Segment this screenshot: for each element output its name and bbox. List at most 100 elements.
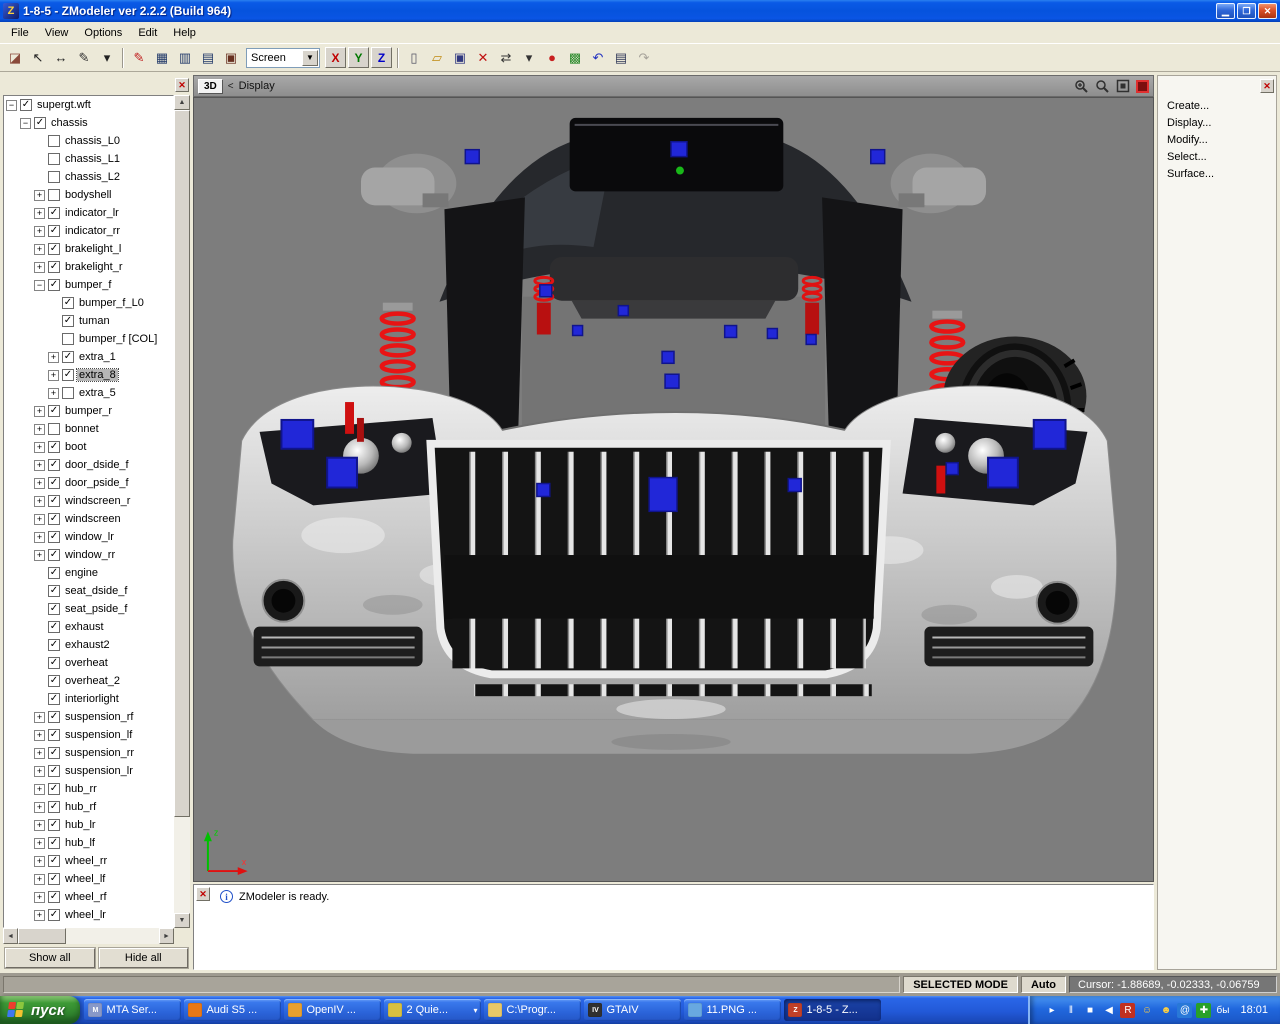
visibility-checkbox[interactable] (48, 423, 60, 435)
visibility-checkbox[interactable] (48, 171, 60, 183)
tree-horizontal-scrollbar[interactable]: ◄ ► (3, 928, 174, 944)
auto-indicator[interactable]: Auto (1021, 976, 1066, 993)
layout-indicator[interactable]: бы (1215, 1003, 1230, 1018)
tree-item-engine[interactable]: ✓engine (4, 564, 173, 582)
expand-icon[interactable]: + (34, 874, 45, 885)
tree-item-brakelight-r[interactable]: +✓brakelight_r (4, 258, 173, 276)
taskbar-button[interactable]: Z1-8-5 - Z... (784, 999, 881, 1021)
expand-icon[interactable]: + (34, 496, 45, 507)
taskbar-button[interactable]: IVGTAIV (584, 999, 681, 1021)
tree-item-extra-5[interactable]: +extra_5 (4, 384, 173, 402)
expand-icon[interactable]: + (34, 442, 45, 453)
expand-icon[interactable]: + (34, 892, 45, 903)
tree-item-exhaust[interactable]: ✓exhaust (4, 618, 173, 636)
visibility-checkbox[interactable]: ✓ (48, 243, 60, 255)
tree-item-bumper-f-col-[interactable]: bumper_f [COL] (4, 330, 173, 348)
visibility-checkbox[interactable] (48, 153, 60, 165)
tree-item-hub-lf[interactable]: +✓hub_lf (4, 834, 173, 852)
expand-icon[interactable]: + (34, 244, 45, 255)
tree-item-hub-rr[interactable]: +✓hub_rr (4, 780, 173, 798)
start-button[interactable]: пуск (0, 996, 80, 1024)
expand-icon[interactable]: + (34, 406, 45, 417)
taskbar-button[interactable]: 2 Quie...▾ (384, 999, 481, 1021)
unwrap-tool-icon[interactable]: ◪ (4, 47, 26, 69)
close-button[interactable]: ✕ (1258, 3, 1277, 19)
visibility-checkbox[interactable] (62, 387, 74, 399)
visibility-checkbox[interactable]: ✓ (48, 207, 60, 219)
messenger-smiley-icon[interactable]: ☺ (1139, 1003, 1154, 1018)
viewport-canvas[interactable]: z x (194, 98, 1153, 881)
visibility-checkbox[interactable]: ✓ (48, 603, 60, 615)
rivatuner-icon[interactable]: R (1120, 1003, 1135, 1018)
tree-item-bonnet[interactable]: +bonnet (4, 420, 173, 438)
back-arrow-icon[interactable]: < (228, 81, 234, 92)
maximize-button[interactable]: ❐ (1237, 3, 1256, 19)
messenger-smiley2-icon[interactable]: ☻ (1158, 1003, 1173, 1018)
expand-icon[interactable]: + (34, 460, 45, 471)
tree-item-overheat[interactable]: ✓overheat (4, 654, 173, 672)
expand-icon[interactable]: + (34, 226, 45, 237)
visibility-checkbox[interactable]: ✓ (48, 891, 60, 903)
tree-item-bumper-r[interactable]: +✓bumper_r (4, 402, 173, 420)
visibility-checkbox[interactable]: ✓ (62, 351, 74, 363)
visibility-checkbox[interactable]: ✓ (62, 369, 74, 381)
volume-icon[interactable]: ◀ (1101, 1003, 1116, 1018)
visibility-checkbox[interactable]: ✓ (48, 819, 60, 831)
visibility-checkbox[interactable]: ✓ (48, 837, 60, 849)
expand-icon[interactable]: + (34, 766, 45, 777)
visibility-checkbox[interactable]: ✓ (48, 585, 60, 597)
visibility-checkbox[interactable]: ✓ (62, 297, 74, 309)
tree-item-interiorlight[interactable]: ✓interiorlight (4, 690, 173, 708)
tree-item-suspension-rf[interactable]: +✓suspension_rf (4, 708, 173, 726)
visibility-checkbox[interactable]: ✓ (48, 567, 60, 579)
zoom-region-icon[interactable] (1094, 78, 1110, 94)
new-file-icon[interactable]: ▯ (403, 47, 425, 69)
scroll-down-icon[interactable]: ▼ (174, 913, 190, 928)
tree-item-suspension-lf[interactable]: +✓suspension_lf (4, 726, 173, 744)
menu-help[interactable]: Help (165, 25, 204, 41)
expand-icon[interactable]: + (34, 784, 45, 795)
tree-item-bumper-f[interactable]: −✓bumper_f (4, 276, 173, 294)
vscroll-track[interactable] (174, 110, 190, 913)
visibility-checkbox[interactable]: ✓ (48, 873, 60, 885)
tree-item-chassis[interactable]: −✓chassis (4, 114, 173, 132)
axis-x-button[interactable]: X (325, 47, 346, 68)
viewport[interactable]: z x (193, 97, 1154, 882)
viewport-lock-icon[interactable]: ▣ (220, 47, 242, 69)
visibility-checkbox[interactable]: ✓ (48, 531, 60, 543)
collapse-icon[interactable]: − (34, 280, 45, 291)
expand-icon[interactable]: + (48, 370, 59, 381)
minimize-button[interactable]: ▁ (1216, 3, 1235, 19)
visibility-checkbox[interactable]: ✓ (48, 513, 60, 525)
tree-item-door-dside-f[interactable]: +✓door_dside_f (4, 456, 173, 474)
viewport-pan-icon[interactable]: ▤ (197, 47, 219, 69)
command-surface[interactable]: Surface... (1158, 166, 1276, 183)
hscroll-thumb[interactable] (18, 928, 66, 944)
hide-all-button[interactable]: Hide all (99, 948, 189, 968)
visibility-checkbox[interactable]: ✓ (48, 657, 60, 669)
redo-icon[interactable]: ↷ (633, 47, 655, 69)
command-select[interactable]: Select... (1158, 149, 1276, 166)
material-sphere-icon[interactable]: ● (541, 47, 563, 69)
tree-item-seat-dside-f[interactable]: ✓seat_dside_f (4, 582, 173, 600)
expand-icon[interactable]: + (34, 748, 45, 759)
tree-item-bumper-f-l0[interactable]: ✓bumper_f_L0 (4, 294, 173, 312)
visibility-checkbox[interactable] (62, 333, 74, 345)
expand-icon[interactable]: + (34, 424, 45, 435)
tree-item-wheel-lf[interactable]: +✓wheel_lf (4, 870, 173, 888)
view-label[interactable]: Display (239, 80, 275, 92)
visibility-checkbox[interactable]: ✓ (48, 855, 60, 867)
expand-icon[interactable]: + (48, 352, 59, 363)
visibility-checkbox[interactable]: ✓ (48, 549, 60, 561)
chevron-down-icon[interactable]: ▼ (302, 50, 318, 66)
visibility-checkbox[interactable]: ✓ (48, 495, 60, 507)
tree-item-suspension-lr[interactable]: +✓suspension_lr (4, 762, 173, 780)
wire-edit-icon[interactable]: ✎ (128, 47, 150, 69)
visibility-checkbox[interactable]: ✓ (48, 747, 60, 759)
clock[interactable]: 18:01 (1240, 1004, 1268, 1016)
taskbar-button[interactable]: MMTA Ser... (84, 999, 181, 1021)
tree-item-bodyshell[interactable]: +bodyshell (4, 186, 173, 204)
command-modify[interactable]: Modify... (1158, 132, 1276, 149)
expand-icon[interactable]: + (34, 838, 45, 849)
visibility-checkbox[interactable]: ✓ (48, 765, 60, 777)
